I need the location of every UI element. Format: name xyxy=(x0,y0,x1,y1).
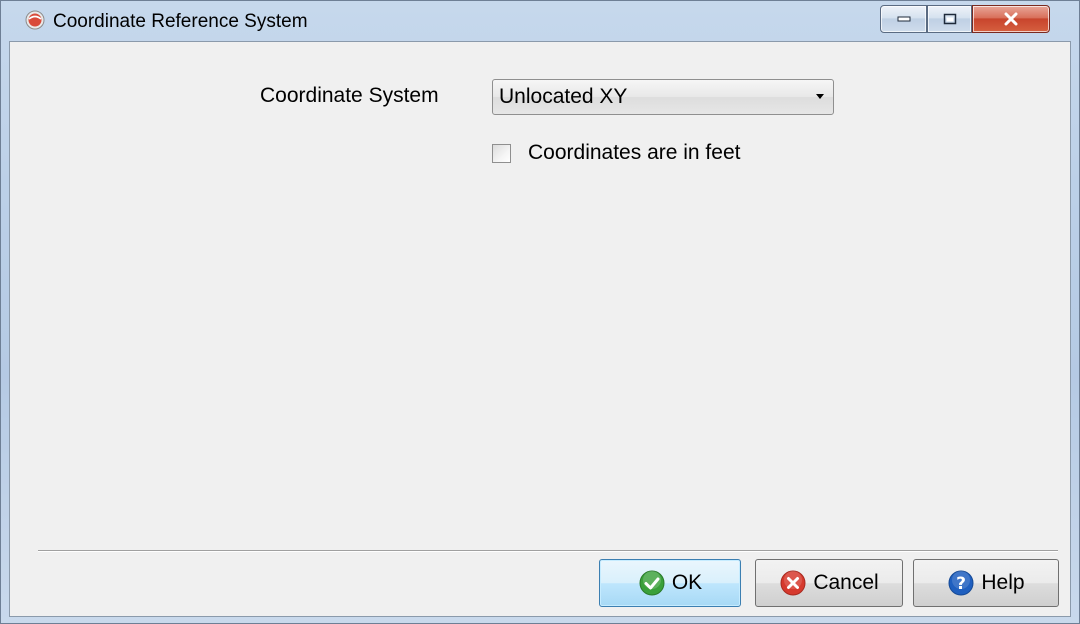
app-icon xyxy=(25,10,45,30)
close-button[interactable] xyxy=(972,5,1050,33)
feet-checkbox[interactable] xyxy=(492,144,511,163)
title-bar[interactable]: Coordinate Reference System xyxy=(1,1,1079,41)
window-title: Coordinate Reference System xyxy=(53,11,308,32)
cancel-button[interactable]: Cancel xyxy=(755,559,903,607)
question-circle-icon: ? xyxy=(948,570,974,596)
dialog-content: Coordinate System Unlocated XY Coordinat… xyxy=(9,41,1071,617)
coordinate-system-label: Coordinate System xyxy=(260,84,439,107)
help-button[interactable]: ? Help xyxy=(913,559,1059,607)
coordinate-system-dropdown[interactable]: Unlocated XY xyxy=(492,79,834,115)
help-button-label: Help xyxy=(981,571,1025,594)
coordinate-system-value: Unlocated XY xyxy=(499,85,628,108)
minimize-button[interactable] xyxy=(880,5,927,33)
button-divider xyxy=(38,550,1058,552)
maximize-button[interactable] xyxy=(927,5,972,33)
close-icon xyxy=(1004,12,1018,26)
maximize-icon xyxy=(943,13,956,25)
dialog-window: Coordinate Reference System Coordinate S… xyxy=(0,0,1080,624)
ok-button-label: OK xyxy=(671,571,703,594)
check-circle-icon xyxy=(639,570,665,596)
x-circle-icon xyxy=(780,570,806,596)
svg-text:?: ? xyxy=(956,574,966,594)
ok-button[interactable]: OK xyxy=(599,559,741,607)
cancel-button-label: Cancel xyxy=(813,571,879,594)
feet-checkbox-label[interactable]: Coordinates are in feet xyxy=(528,141,740,165)
chevron-down-icon xyxy=(816,94,824,99)
minimize-icon xyxy=(897,16,910,22)
